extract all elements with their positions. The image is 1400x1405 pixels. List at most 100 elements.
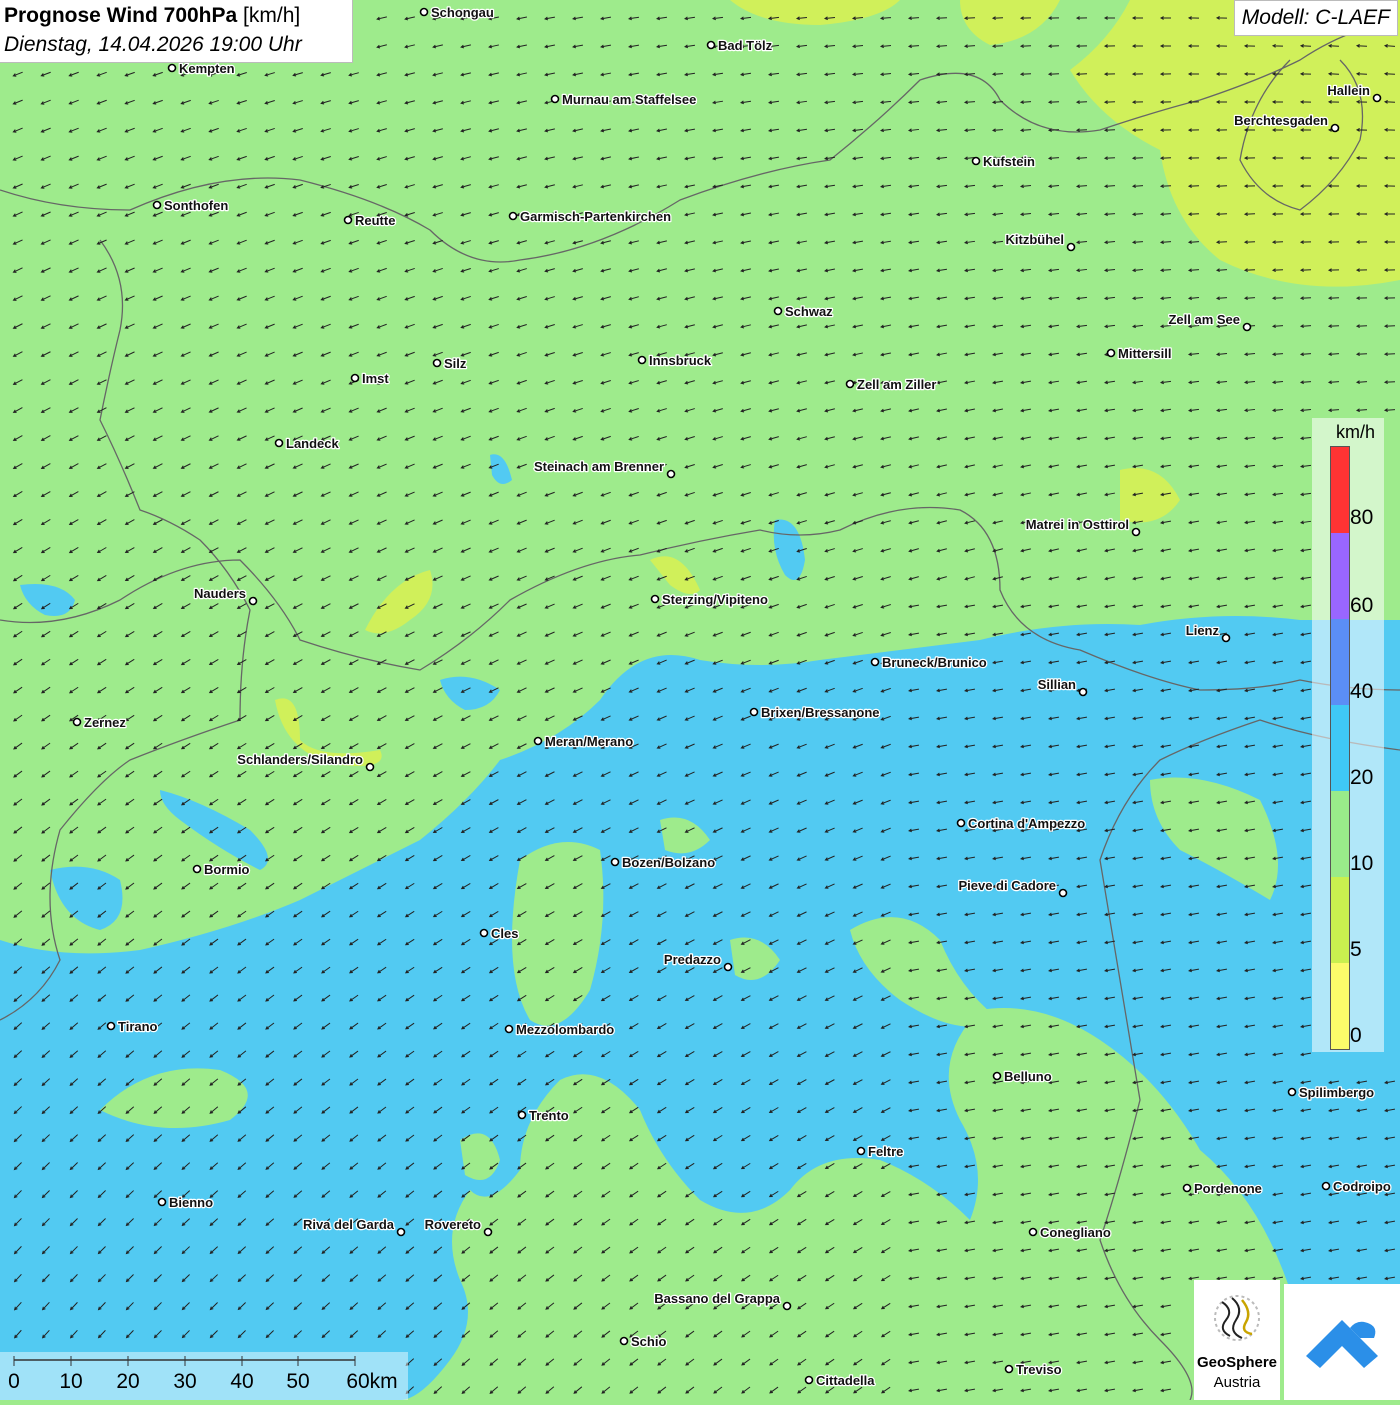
legend-tick: 10 xyxy=(1350,852,1374,875)
city-label: Schlanders/Silandro xyxy=(237,752,363,767)
city-marker: Murnau am Staffelsee xyxy=(550,91,698,108)
city-dot xyxy=(1321,1181,1331,1191)
legend-tick: 20 xyxy=(1350,766,1374,789)
geosphere-logo[interactable]: GeoSphere Austria xyxy=(1194,1280,1280,1400)
map-title-unit: [km/h] xyxy=(243,4,301,27)
city-dot xyxy=(419,7,429,17)
city-label: Mezzolombardo xyxy=(516,1022,614,1037)
city-dot xyxy=(749,707,759,717)
scale-bar: 0 10 20 30 40 50 60km xyxy=(0,1352,408,1400)
wind-map[interactable]: Schongau Bad Tölz Kempten Murnau am Staffel… xyxy=(0,0,1400,1400)
city-label: Bruneck/Brunico xyxy=(882,655,987,670)
legend-segment-40 xyxy=(1331,619,1349,705)
logo-subtitle: Austria xyxy=(1213,1374,1261,1391)
city-label: Landeck xyxy=(286,436,340,451)
city-dot xyxy=(106,1021,116,1031)
city-label: Trento xyxy=(529,1108,569,1123)
logo-name: GeoSphere xyxy=(1196,1354,1278,1371)
city-label: Bozen/Bolzano xyxy=(622,855,715,870)
city-dot xyxy=(1078,687,1088,697)
city-marker: Spilimbergo xyxy=(1287,1084,1375,1101)
city-marker: Garmisch-Partenkirchen xyxy=(508,208,672,225)
city-label: Murnau am Staffelsee xyxy=(562,92,696,107)
city-dot xyxy=(192,864,202,874)
city-dot xyxy=(343,215,353,225)
city-dot xyxy=(1221,633,1231,643)
city-dot xyxy=(1106,348,1116,358)
city-dot xyxy=(1004,1364,1014,1374)
city-label: Meran/Merano xyxy=(545,734,633,749)
city-dot xyxy=(432,358,442,368)
city-label: Conegliano xyxy=(1040,1225,1111,1240)
city-dot xyxy=(804,1375,814,1385)
city-dot xyxy=(248,596,258,606)
city-dot xyxy=(167,63,177,73)
app-logo[interactable] xyxy=(1284,1284,1400,1400)
color-legend: km/h 80 60 40 20 10 5 0 xyxy=(1312,418,1384,1052)
city-label: Pordenone xyxy=(1194,1181,1262,1196)
city-label: Kempten xyxy=(179,61,235,76)
city-label: Pieve di Cadore xyxy=(958,878,1056,893)
title-box: Prognose Wind 700hPa [km/h] Dienstag, 14… xyxy=(0,0,353,63)
city-label: Sonthofen xyxy=(164,198,228,213)
model-label: Modell: C-LAEF xyxy=(1233,0,1398,36)
city-marker: Kempten xyxy=(167,60,236,77)
scale-label: 50 xyxy=(286,1370,310,1393)
scale-label: 30 xyxy=(173,1370,197,1393)
city-dot xyxy=(992,1071,1002,1081)
legend-unit: km/h xyxy=(1336,422,1376,442)
city-label: Riva del Garda xyxy=(303,1217,395,1232)
city-label: Kitzbühel xyxy=(1006,232,1065,247)
city-dot xyxy=(479,928,489,938)
city-dot xyxy=(1287,1087,1297,1097)
city-dot xyxy=(1131,527,1141,537)
city-dot xyxy=(365,762,375,772)
city-label: Brixen/Bressanone xyxy=(761,705,880,720)
city-dot xyxy=(533,736,543,746)
scale-label: 10 xyxy=(59,1370,83,1393)
city-dot xyxy=(723,962,733,972)
city-label: Belluno xyxy=(1004,1069,1052,1084)
scale-label: 20 xyxy=(116,1370,140,1393)
city-dot xyxy=(773,306,783,316)
legend-tick: 40 xyxy=(1350,680,1374,703)
city-label: Predazzo xyxy=(664,952,721,967)
city-dot xyxy=(1182,1183,1192,1193)
city-dot xyxy=(274,438,284,448)
legend-segment-10 xyxy=(1331,791,1349,877)
city-dot xyxy=(870,657,880,667)
city-dot xyxy=(666,469,676,479)
city-label: Nauders xyxy=(194,586,246,601)
city-dot xyxy=(396,1227,406,1237)
city-dot xyxy=(1372,93,1382,103)
legend-tick: 0 xyxy=(1350,1024,1362,1047)
city-label: Hallein xyxy=(1327,83,1370,98)
legend-tick: 60 xyxy=(1350,594,1374,617)
city-label: Rovereto xyxy=(425,1217,481,1232)
city-dot xyxy=(1028,1227,1038,1237)
city-label: Garmisch-Partenkirchen xyxy=(520,209,671,224)
city-label: Sillian xyxy=(1038,677,1076,692)
city-marker: Cortina d'Ampezzo xyxy=(956,815,1087,832)
city-marker: Mezzolombardo xyxy=(504,1021,616,1038)
legend-tick: 5 xyxy=(1350,938,1362,961)
city-dot xyxy=(1330,123,1340,133)
city-dot xyxy=(610,857,620,867)
city-marker: Meran/Merano xyxy=(533,733,634,750)
city-label: Cles xyxy=(491,926,518,941)
city-marker: Innsbruck xyxy=(637,352,713,369)
city-label: Zell am See xyxy=(1168,312,1240,327)
city-dot xyxy=(157,1197,167,1207)
city-label: Feltre xyxy=(868,1144,903,1159)
city-label: Schongau xyxy=(431,5,494,20)
scale-label: 0 xyxy=(8,1370,20,1393)
city-dot xyxy=(782,1301,792,1311)
city-dot xyxy=(845,379,855,389)
city-label: Matrei in Osttirol xyxy=(1026,517,1129,532)
scale-label: 40 xyxy=(230,1370,254,1393)
mountain-logo-icon xyxy=(1306,1320,1378,1368)
city-marker: Bad Tölz xyxy=(706,37,774,54)
city-label: Lienz xyxy=(1186,623,1220,638)
city-dot xyxy=(706,40,716,50)
scale-label: 60km xyxy=(346,1370,398,1393)
